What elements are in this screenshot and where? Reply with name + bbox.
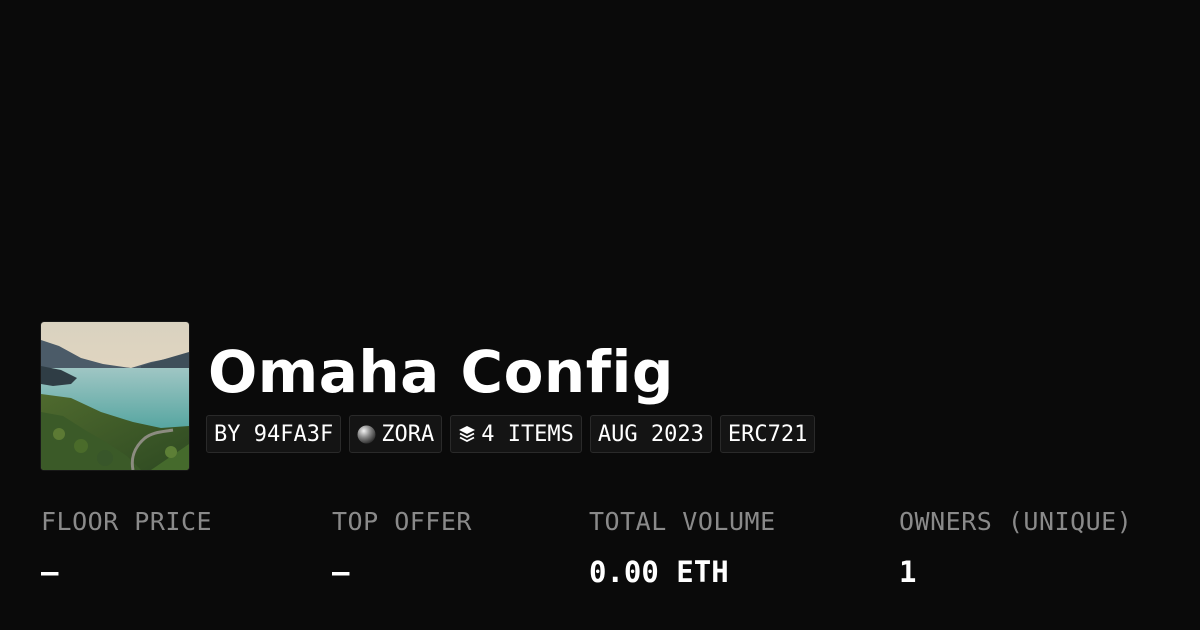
top-offer-label: TOP OFFER	[332, 507, 472, 536]
creator-tag[interactable]: BY 94FA3F	[206, 415, 342, 453]
standard-tag: ERC721	[719, 415, 816, 453]
floor-price-stat: FLOOR PRICE —	[41, 505, 212, 589]
total-volume-value: 0.00 ETH	[589, 555, 729, 589]
owners-label: OWNERS (UNIQUE)	[899, 507, 1133, 536]
items-label: 4 ITEMS	[481, 421, 574, 447]
creator-label: BY 94FA3F	[214, 421, 334, 447]
chain-label: ZORA	[381, 421, 435, 447]
total-volume-stat: TOTAL VOLUME 0.00 ETH	[589, 505, 776, 589]
owners-stat: OWNERS (UNIQUE) 1	[899, 505, 1132, 589]
chain-tag[interactable]: ZORA	[349, 415, 443, 453]
standard-label: ERC721	[727, 421, 808, 447]
items-tag[interactable]: 4 ITEMS	[450, 415, 582, 453]
top-offer-stat: TOP OFFER —	[332, 505, 472, 589]
floor-price-value: —	[41, 555, 59, 589]
top-offer-value: —	[332, 555, 350, 589]
layers-icon	[458, 425, 476, 443]
total-volume-label: TOTAL VOLUME	[589, 507, 776, 536]
zora-orb-icon	[357, 425, 376, 444]
owners-value: 1	[899, 555, 917, 589]
date-tag: AUG 2023	[589, 415, 712, 453]
collection-thumbnail	[41, 322, 189, 470]
collection-title: Omaha Config	[208, 338, 674, 406]
collection-tags: BY 94FA3F ZORA 4 ITEMS AUG 2023 ERC721	[206, 415, 816, 453]
floor-price-label: FLOOR PRICE	[41, 507, 213, 536]
landscape-image	[41, 322, 189, 470]
date-label: AUG 2023	[597, 421, 704, 447]
